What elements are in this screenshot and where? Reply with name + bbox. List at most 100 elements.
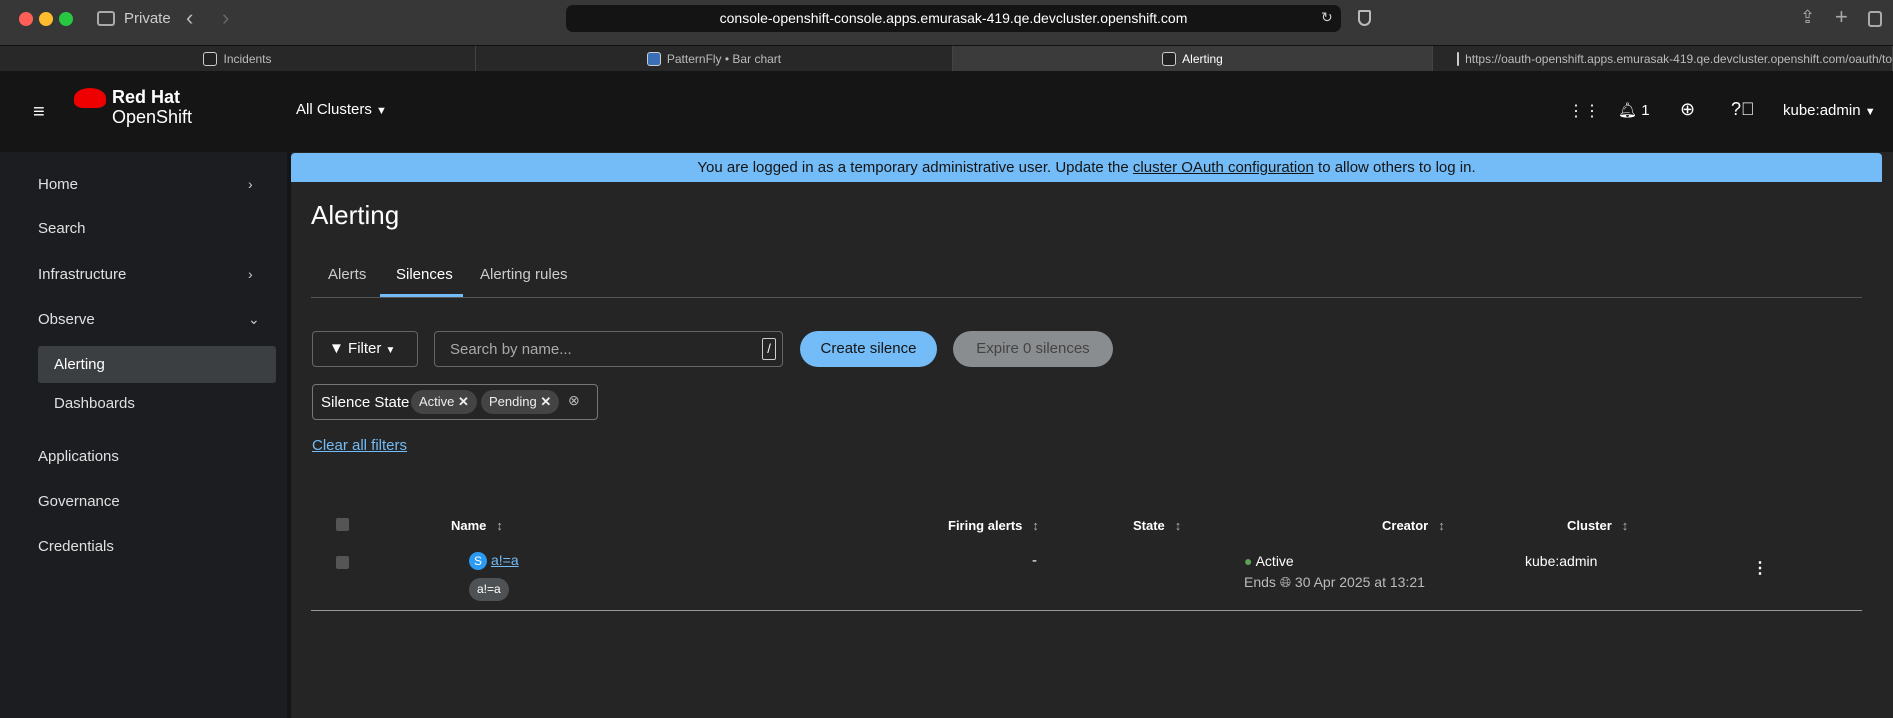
page-title: Alerting bbox=[311, 200, 400, 230]
temporary-admin-banner: You are logged in as a temporary adminis… bbox=[291, 153, 1882, 182]
matcher-label: a!=a bbox=[469, 578, 509, 601]
openshift-favicon-icon bbox=[203, 52, 218, 66]
ends-label: Ends bbox=[1244, 574, 1276, 590]
address-bar[interactable]: console-openshift-console.apps.emurasak-… bbox=[566, 5, 1341, 32]
reload-icon[interactable]: ↻ bbox=[1321, 9, 1333, 26]
filter-dropdown[interactable]: ▼ Filter ▼ bbox=[312, 331, 418, 367]
filter-icon: ▼ bbox=[329, 340, 344, 357]
sidebar-toggle-icon[interactable] bbox=[97, 11, 115, 26]
new-tab-icon[interactable]: + bbox=[1835, 4, 1848, 30]
create-silence-button[interactable]: Create silence bbox=[800, 331, 937, 367]
hamburger-menu-icon[interactable]: ≡ bbox=[33, 101, 45, 124]
firing-alerts-value: - bbox=[1032, 552, 1037, 569]
search-placeholder: Search by name... bbox=[450, 341, 572, 358]
sort-icon: ↕ bbox=[1032, 518, 1039, 533]
remove-chip-icon[interactable]: ✕ bbox=[540, 394, 551, 409]
private-label: Private bbox=[124, 10, 171, 27]
sidebar-item-applications[interactable]: Applications bbox=[38, 448, 119, 465]
oauth-config-link[interactable]: cluster OAuth configuration bbox=[1133, 159, 1314, 176]
browser-toolbar: Private ‹ › console-openshift-console.ap… bbox=[0, 0, 1893, 45]
back-button[interactable]: ‹ bbox=[186, 5, 193, 31]
chip-group-label: Silence State bbox=[321, 394, 410, 411]
sidebar-item-credentials[interactable]: Credentials bbox=[38, 538, 114, 555]
silence-badge: S bbox=[469, 552, 487, 570]
caret-down-icon: ▼ bbox=[376, 105, 387, 117]
browser-tab-active[interactable]: Alerting bbox=[953, 46, 1433, 72]
nav-label: Observe bbox=[38, 311, 95, 328]
tab-silences[interactable]: Silences bbox=[396, 266, 453, 283]
browser-tab[interactable]: https://oauth-openshift.apps.emurasak-41… bbox=[1433, 46, 1893, 72]
state-cell: ● Active bbox=[1244, 553, 1294, 569]
user-menu[interactable]: kube:admin ▼ bbox=[1783, 102, 1876, 119]
redhat-logo-icon bbox=[74, 88, 106, 108]
creator-value: kube:admin bbox=[1525, 553, 1598, 569]
row-checkbox[interactable] bbox=[336, 556, 349, 569]
cluster-selector[interactable]: All Clusters ▼ bbox=[296, 101, 387, 118]
column-header-firing-alerts[interactable]: Firing alerts ↕ bbox=[948, 518, 1039, 533]
bell-icon: 🔔︎ bbox=[1618, 102, 1638, 119]
sidebar-item-dashboards[interactable]: Dashboards bbox=[54, 395, 135, 412]
app-launcher-icon[interactable]: ⋮⋮ bbox=[1568, 101, 1600, 121]
chevron-right-icon: › bbox=[248, 176, 253, 192]
globe-icon: 🌐︎ bbox=[1279, 574, 1292, 590]
notification-count: 1 bbox=[1641, 102, 1650, 119]
sidebar-item-infrastructure[interactable]: Infrastructure › bbox=[38, 266, 278, 283]
close-window-button[interactable] bbox=[19, 12, 33, 26]
tab-overview-icon[interactable] bbox=[1868, 11, 1882, 27]
column-label: Creator bbox=[1382, 518, 1429, 533]
minimize-window-button[interactable] bbox=[39, 12, 53, 26]
notifications-button[interactable]: 🔔︎ 1 bbox=[1618, 101, 1650, 119]
check-circle-icon: ● bbox=[1244, 553, 1253, 569]
url-text: console-openshift-console.apps.emurasak-… bbox=[719, 10, 1188, 26]
sidebar-item-home[interactable]: Home › bbox=[38, 176, 278, 193]
sidebar-item-search[interactable]: Search bbox=[38, 220, 86, 237]
chip-label: Active bbox=[419, 394, 455, 409]
sidebar-item-governance[interactable]: Governance bbox=[38, 493, 120, 510]
quick-create-icon[interactable]: ⊕ bbox=[1680, 99, 1695, 120]
column-label: Firing alerts bbox=[948, 518, 1023, 533]
silence-name-link[interactable]: a!=a bbox=[491, 552, 519, 568]
forward-button[interactable]: › bbox=[222, 5, 229, 31]
search-input[interactable]: Search by name... / bbox=[434, 331, 783, 367]
tab-alerting-rules[interactable]: Alerting rules bbox=[480, 266, 568, 283]
sidebar-item-observe[interactable]: Observe ⌄ bbox=[38, 311, 278, 328]
select-all-checkbox[interactable] bbox=[336, 518, 349, 531]
remove-chip-icon[interactable]: ✕ bbox=[458, 394, 469, 409]
column-header-creator[interactable]: Creator ↕ bbox=[1382, 518, 1445, 533]
sort-icon: ↕ bbox=[1438, 518, 1445, 533]
brand-line1: Red Hat bbox=[112, 87, 181, 107]
column-label: Name bbox=[451, 518, 487, 533]
clear-chip-group-icon[interactable]: ⊗ bbox=[568, 392, 580, 409]
sort-icon: ↕ bbox=[1174, 518, 1182, 533]
sidebar-item-alerting[interactable]: Alerting bbox=[38, 346, 276, 383]
help-icon[interactable]: ?⃝ bbox=[1731, 99, 1755, 120]
maximize-window-button[interactable] bbox=[59, 12, 73, 26]
browser-tab-bar: Incidents PatternFly • Bar chart Alertin… bbox=[0, 45, 1893, 72]
share-icon[interactable]: ⇪ bbox=[1800, 7, 1815, 28]
column-header-cluster[interactable]: Cluster ↕ bbox=[1567, 518, 1628, 533]
masthead: ≡ Red Hat OpenShift All Clusters ▼ ⋮⋮ 🔔︎… bbox=[0, 71, 1893, 152]
nav-label: Home bbox=[38, 176, 79, 193]
caret-down-icon: ▼ bbox=[385, 345, 396, 356]
tab-label: https://oauth-openshift.apps.emurasak-41… bbox=[1465, 52, 1892, 66]
browser-tab[interactable]: Incidents bbox=[0, 46, 476, 72]
chevron-right-icon: › bbox=[248, 266, 253, 282]
shield-icon[interactable] bbox=[1358, 10, 1371, 26]
sort-icon: ↕ bbox=[496, 518, 503, 533]
table-bottom-border bbox=[311, 610, 1862, 611]
column-header-name[interactable]: Name ↕ bbox=[451, 518, 503, 533]
sidebar: Home › Search Infrastructure › Observe ⌄ Al… bbox=[0, 152, 287, 718]
expire-silences-button[interactable]: Expire 0 silences bbox=[953, 331, 1113, 367]
filter-label: Filter bbox=[348, 340, 382, 357]
user-name: kube:admin bbox=[1783, 102, 1861, 119]
tab-alerts[interactable]: Alerts bbox=[328, 266, 366, 283]
browser-tab[interactable]: PatternFly • Bar chart bbox=[476, 46, 953, 72]
sort-icon: ↕ bbox=[1621, 518, 1629, 533]
page-favicon-icon bbox=[1457, 52, 1460, 66]
clear-all-filters-link[interactable]: Clear all filters bbox=[312, 437, 407, 454]
column-header-state[interactable]: State ↕ bbox=[1133, 518, 1181, 533]
chevron-down-icon: ⌄ bbox=[248, 311, 260, 327]
kebab-menu-icon[interactable]: ⋮ bbox=[1752, 558, 1768, 578]
main-content bbox=[291, 152, 1893, 718]
patternfly-favicon-icon bbox=[646, 52, 661, 66]
